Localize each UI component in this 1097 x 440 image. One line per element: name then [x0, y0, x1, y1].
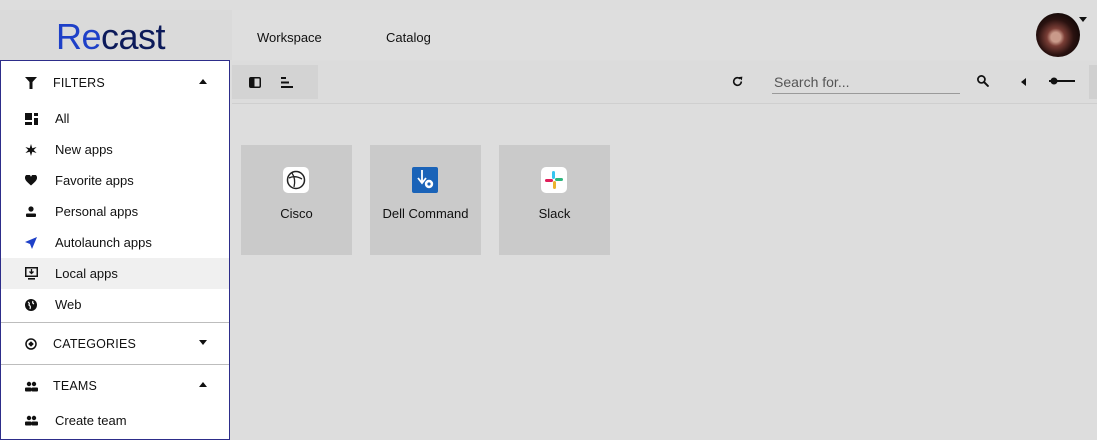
search-input[interactable] [772, 71, 960, 94]
users-icon [23, 415, 39, 426]
filter-item-new-apps[interactable]: New apps [1, 134, 229, 165]
top-navigation: Workspace Catalog [232, 10, 1097, 60]
collapse-caret-icon[interactable] [199, 79, 207, 84]
filter-item-autolaunch-apps[interactable]: Autolaunch apps [1, 227, 229, 258]
filter-item-web[interactable]: Web [1, 289, 229, 320]
filter-item-label: Favorite apps [55, 173, 134, 188]
globe-icon [23, 298, 39, 311]
filter-sidebar: FILTERS All New apps Favorite apps Perso… [0, 60, 230, 440]
filter-item-local-apps[interactable]: Local apps [1, 258, 229, 289]
filter-item-personal-apps[interactable]: Personal apps [1, 196, 229, 227]
categories-header-label: CATEGORIES [53, 337, 137, 351]
app-tile-cisco[interactable]: Cisco [241, 145, 352, 255]
logo-area: Recast [0, 10, 232, 60]
team-item-label: Create team [55, 413, 127, 428]
avatar-menu-caret-icon[interactable] [1079, 17, 1087, 22]
filter-item-label: New apps [55, 142, 113, 157]
teams-header-label: TEAMS [53, 379, 98, 393]
view-toggle-group [232, 65, 318, 99]
toolbar [232, 61, 1097, 104]
funnel-icon [23, 77, 39, 89]
filter-item-label: Web [55, 297, 82, 312]
filters-header-label: FILTERS [53, 76, 105, 90]
dell-command-icon [412, 167, 438, 193]
cisco-icon [283, 167, 309, 193]
app-tile-label: Slack [538, 206, 571, 221]
filter-item-label: Personal apps [55, 204, 139, 219]
refresh-icon[interactable] [731, 75, 744, 88]
caret-left-icon[interactable] [1021, 78, 1026, 86]
slider-handle-icon[interactable] [1047, 75, 1075, 87]
filters-section-header[interactable]: FILTERS [1, 63, 229, 103]
app-tile-label: Cisco [280, 206, 313, 221]
search-icon[interactable] [976, 74, 989, 87]
team-item-create-team[interactable]: Create team [1, 405, 229, 436]
expand-caret-icon[interactable] [199, 340, 207, 345]
nav-catalog[interactable]: Catalog [386, 30, 431, 45]
person-icon [23, 206, 39, 217]
categories-section-header[interactable]: CATEGORIES [1, 324, 229, 364]
filter-item-label: All [55, 111, 70, 126]
users-icon [23, 381, 39, 392]
panel-edge-button[interactable] [1089, 65, 1097, 99]
sidebar-panel-icon[interactable] [249, 77, 261, 88]
nav-workspace[interactable]: Workspace [257, 30, 322, 45]
monitor-download-icon [23, 267, 39, 280]
heart-icon [23, 175, 39, 186]
filter-item-favorite-apps[interactable]: Favorite apps [1, 165, 229, 196]
collapse-caret-icon[interactable] [199, 382, 207, 387]
send-icon [23, 236, 39, 249]
star-icon [23, 143, 39, 156]
section-divider [1, 364, 229, 365]
teams-section-header[interactable]: TEAMS [1, 366, 229, 406]
list-sort-icon[interactable] [281, 77, 293, 88]
filter-item-all[interactable]: All [1, 103, 229, 134]
slack-icon [541, 167, 567, 193]
grid-icon [23, 112, 39, 125]
user-avatar[interactable] [1036, 13, 1080, 57]
categories-icon [23, 338, 39, 350]
filter-item-label: Local apps [55, 266, 118, 281]
app-tile-slack[interactable]: Slack [499, 145, 610, 255]
section-divider [1, 322, 229, 323]
app-tile-dell-command[interactable]: Dell Command [370, 145, 481, 255]
filter-item-label: Autolaunch apps [55, 235, 152, 250]
app-tile-label: Dell Command [382, 206, 469, 221]
recast-logo: Recast [56, 16, 166, 57]
